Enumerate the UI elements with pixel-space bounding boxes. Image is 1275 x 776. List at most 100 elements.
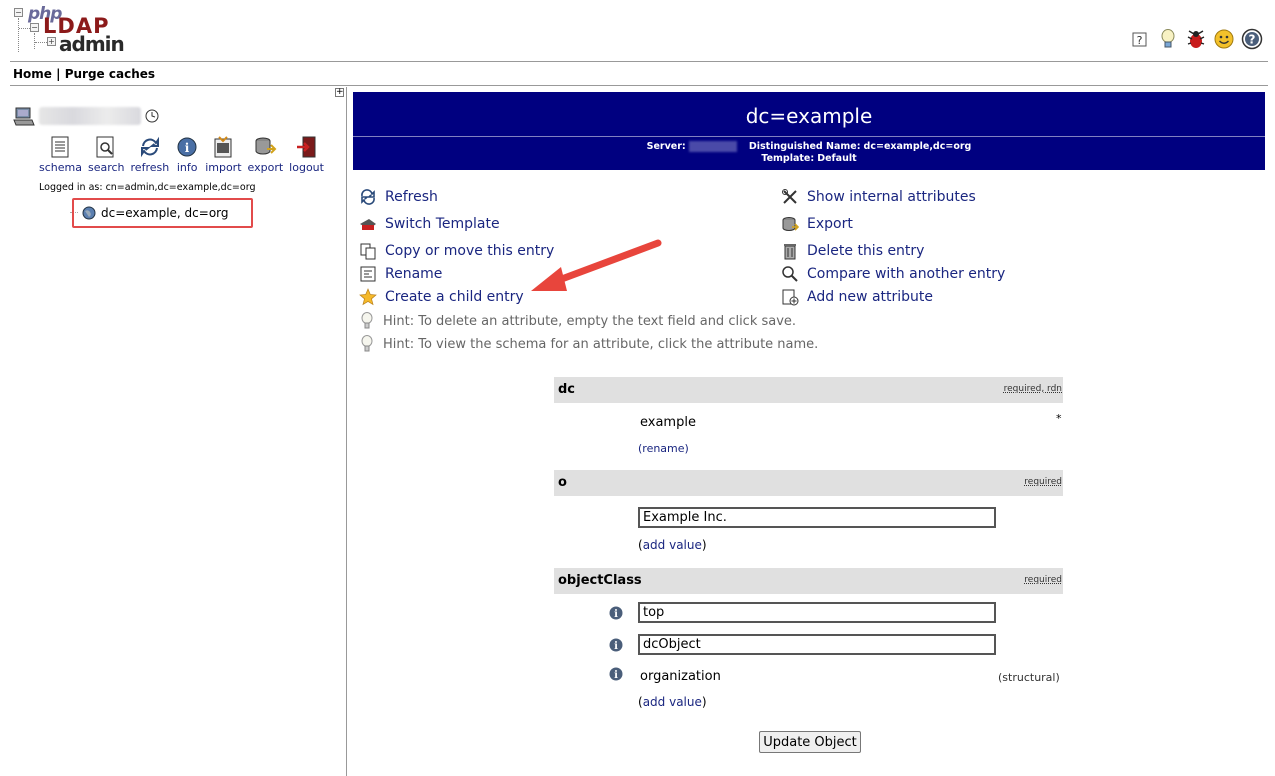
hint-bulb-icon[interactable] — [1157, 28, 1179, 50]
star-icon — [359, 288, 377, 306]
refresh-action-label: Refresh — [385, 189, 438, 205]
add-value-close-paren: ) — [701, 695, 707, 709]
export-label: export — [247, 161, 284, 174]
hint-delete-text: Hint: To delete an attribute, empty the … — [383, 313, 797, 329]
add-attribute-icon — [782, 289, 799, 306]
add-value-link-o[interactable]: add value — [643, 538, 702, 552]
export-action[interactable]: Export — [781, 215, 853, 233]
compare-icon — [782, 266, 798, 282]
create-child-label: Create a child entry — [385, 289, 524, 305]
info-tool[interactable]: i info — [175, 135, 199, 174]
attr-name-o[interactable]: o — [558, 475, 567, 490]
attr-flags-objectclass: required — [1024, 575, 1062, 585]
attr-marker-dc: * — [1056, 412, 1062, 425]
hint-delete-attribute: Hint: To delete an attribute, empty the … — [359, 312, 796, 330]
compare-entry-label: Compare with another entry — [807, 266, 1006, 282]
add-value-close-paren: ) — [701, 538, 707, 552]
import-tool[interactable]: import — [205, 135, 242, 174]
logged-in-as: Logged in as: cn=admin,dc=example,dc=org — [39, 182, 256, 193]
attr-input-objectclass-dcobject[interactable] — [638, 634, 996, 655]
export-tool[interactable]: export — [247, 135, 284, 174]
server-value-redacted — [688, 141, 737, 152]
nav-separator: | — [56, 67, 61, 81]
add-attribute-action[interactable]: Add new attribute — [781, 288, 933, 306]
attr-flags-dc: required, rdn — [1003, 384, 1062, 394]
logo-tree-box: − — [30, 23, 39, 32]
attr-value-objectclass-organization: organization — [640, 669, 721, 684]
entry-title-bar: dc=example Server: Distinguished Name: d… — [353, 92, 1265, 170]
svg-text:i: i — [614, 641, 618, 652]
info-icon: i — [177, 137, 197, 157]
logout-label: logout — [289, 161, 324, 174]
attr-name-dc[interactable]: dc — [558, 382, 575, 397]
svg-text:?: ? — [1249, 33, 1256, 47]
tools-icon — [782, 189, 797, 204]
schema-tool[interactable]: schema — [39, 135, 82, 174]
dn-value: dc=example,dc=org — [863, 141, 972, 152]
top-icon-bar: ? ? — [1129, 28, 1263, 50]
schema-icon — [51, 136, 69, 158]
attr-input-o[interactable] — [638, 507, 996, 528]
info-icon[interactable]: i — [609, 638, 623, 652]
globe-icon — [82, 206, 96, 220]
hint-schema-text: Hint: To view the schema for an attribut… — [383, 336, 819, 352]
export-icon — [782, 217, 799, 231]
logout-icon — [296, 136, 316, 158]
refresh-action[interactable]: Refresh — [359, 188, 438, 206]
expand-panel-button[interactable]: + — [335, 88, 344, 97]
attr-input-objectclass-top[interactable] — [638, 602, 996, 623]
compare-entry-action[interactable]: Compare with another entry — [781, 265, 1005, 283]
create-child-action[interactable]: Create a child entry — [359, 288, 524, 306]
add-value-link-objectclass[interactable]: add value — [643, 695, 702, 709]
tree-panel: + schema search refresh i info import ex… — [10, 87, 347, 776]
phpldapadmin-logo[interactable]: − − + php LDAP admin — [14, 4, 125, 56]
server-label: Server: — [646, 141, 686, 152]
delete-entry-action[interactable]: Delete this entry — [781, 242, 924, 260]
template-label: Template: — [761, 153, 815, 164]
hint-view-schema: Hint: To view the schema for an attribut… — [359, 335, 818, 353]
tree-node-dc-example[interactable]: dc=example, dc=org — [72, 198, 253, 228]
rename-label: Rename — [385, 266, 443, 282]
dn-label: Distinguished Name: — [748, 141, 861, 152]
info-icon[interactable]: i — [609, 606, 623, 620]
schema-label: schema — [39, 161, 82, 174]
rename-link[interactable]: (rename) — [638, 442, 689, 455]
smiley-icon[interactable] — [1213, 28, 1235, 50]
copy-icon — [360, 243, 376, 260]
lightbulb-icon — [361, 312, 373, 329]
server-row — [13, 105, 159, 127]
home-link[interactable]: Home — [13, 67, 52, 81]
add-value-o: (add value) — [638, 538, 707, 552]
logout-tool[interactable]: logout — [289, 135, 324, 174]
bug-icon[interactable] — [1185, 28, 1207, 50]
refresh-icon — [361, 189, 375, 205]
show-internal-attributes-action[interactable]: Show internal attributes — [781, 188, 976, 206]
logo-tree-box: − — [14, 8, 23, 17]
clock-icon[interactable] — [145, 109, 159, 123]
update-object-button[interactable]: Update Object — [759, 731, 861, 753]
structural-note: (structural) — [998, 671, 1060, 684]
switch-template-label: Switch Template — [385, 216, 500, 232]
question-icon[interactable]: ? — [1241, 28, 1263, 50]
purge-caches-link[interactable]: Purge caches — [65, 67, 155, 81]
search-tool[interactable]: search — [88, 135, 125, 174]
import-icon — [214, 136, 232, 158]
rename-action[interactable]: Rename — [359, 265, 442, 283]
info-icon[interactable]: i — [609, 667, 623, 681]
help-icon[interactable]: ? — [1129, 28, 1151, 50]
refresh-label: refresh — [130, 161, 170, 174]
logo-admin-text: admin — [59, 32, 125, 56]
attr-name-objectclass[interactable]: objectClass — [558, 573, 642, 588]
attr-value-dc: example — [640, 415, 696, 430]
attr-flags-o: required — [1024, 477, 1062, 487]
refresh-tool[interactable]: refresh — [130, 135, 170, 174]
switch-template-action[interactable]: Switch Template — [359, 215, 500, 233]
annotation-arrow — [531, 239, 662, 291]
server-toolbar: schema search refresh i info import expo… — [39, 135, 330, 174]
top-nav-bar: Home | Purge caches — [10, 61, 1268, 86]
template-value: Default — [817, 153, 857, 164]
import-label: import — [205, 161, 242, 174]
svg-text:?: ? — [1137, 34, 1143, 47]
add-attribute-label: Add new attribute — [807, 289, 934, 305]
info-label: info — [176, 161, 198, 174]
